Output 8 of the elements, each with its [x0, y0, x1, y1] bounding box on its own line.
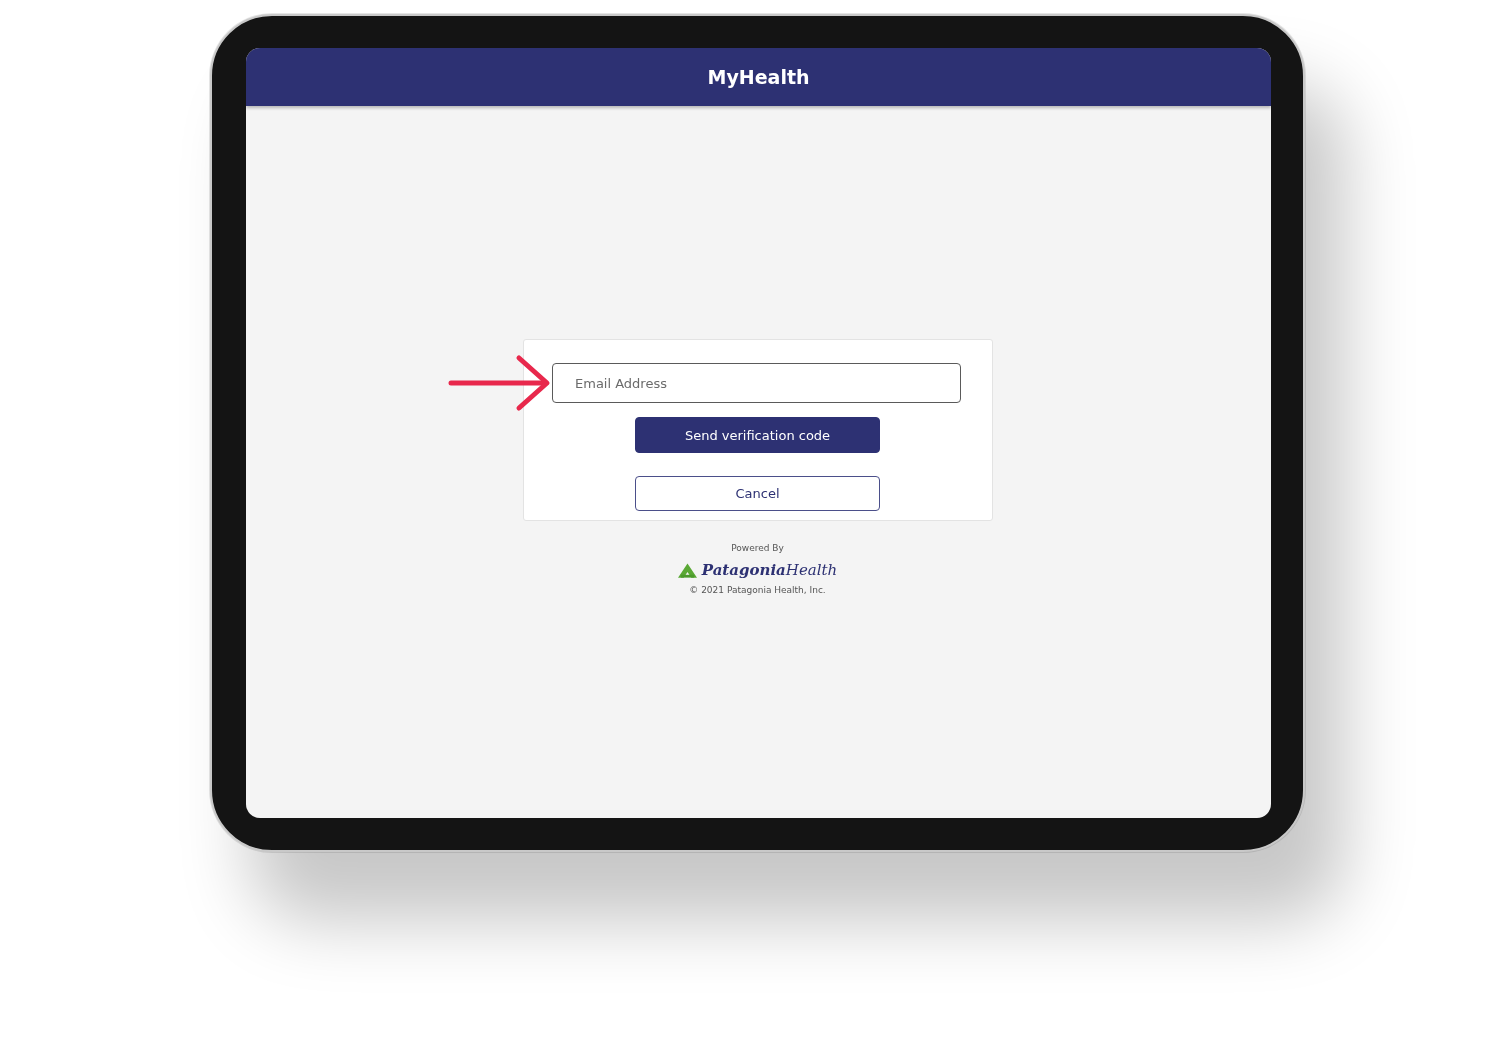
brand-name: PatagoniaHealth: [701, 561, 838, 579]
copyright-text: © 2021 Patagonia Health, Inc.: [689, 584, 826, 596]
powered-by-label: Powered By: [731, 542, 784, 554]
email-field[interactable]: Email Address: [552, 363, 961, 403]
app-title: MyHealth: [707, 65, 810, 89]
send-code-button[interactable]: Send verification code: [635, 417, 880, 453]
cancel-button[interactable]: Cancel: [635, 476, 880, 511]
logo-icon: [677, 562, 697, 578]
